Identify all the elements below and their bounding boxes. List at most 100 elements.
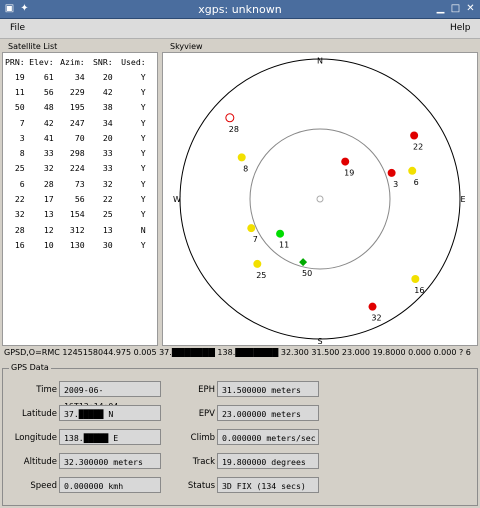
satellite-azim-cell: 224 xyxy=(69,163,85,174)
satellite-used-cell: Y xyxy=(140,209,146,220)
time-field: 2009-06-16T13:14:04. xyxy=(59,381,161,411)
satellite-used-cell: Y xyxy=(140,132,146,143)
climb-field: 0.000000 meters/sec xyxy=(217,429,319,445)
maximize-icon[interactable]: □ xyxy=(449,2,462,15)
satellite-snr-cell: 32 xyxy=(102,178,113,189)
satellite-used-cell: Y xyxy=(140,163,146,174)
satellite-elev-cell: 12 xyxy=(43,224,54,235)
satellite-label-8: 8 xyxy=(243,164,248,173)
title-bar[interactable]: ▣ ✦ xgps: unknown ▁ □ ✕ xyxy=(0,0,480,19)
satellite-elev-cell: 56 xyxy=(43,86,54,97)
satellite-row: 25 32 224 33 Y xyxy=(5,161,146,176)
file-menu[interactable]: File xyxy=(10,23,25,33)
satellite-row: 6 28 73 32 Y xyxy=(5,176,146,191)
satellite-used-cell: N xyxy=(140,224,146,235)
satellite-prn-cell: 32 xyxy=(14,209,25,220)
satellite-snr-cell: 42 xyxy=(102,86,113,97)
satellite-marker-16 xyxy=(411,274,420,283)
satellite-marker-7 xyxy=(247,224,256,233)
north-label: N xyxy=(317,57,323,66)
satellite-prn-cell: 22 xyxy=(14,194,25,205)
satellite-prn-cell: 8 xyxy=(19,148,25,159)
header-snr: SNR: xyxy=(93,57,113,67)
satellite-snr-cell: 33 xyxy=(102,163,113,174)
satellite-used-cell: Y xyxy=(140,194,146,205)
skyview-panel[interactable]: N S E W 19 11 50 7 3 8 25 6 22 32 28 16 xyxy=(162,52,478,346)
satellite-used-cell: Y xyxy=(140,71,146,82)
satellite-elev-cell: 28 xyxy=(43,178,54,189)
speed-field: 0.000000 kmh xyxy=(59,477,161,493)
skyview-plot[interactable]: N S E W 19 11 50 7 3 8 25 6 22 32 28 16 xyxy=(163,53,477,346)
window-title: xgps: unknown xyxy=(198,3,282,16)
satellite-azim-cell: 56 xyxy=(74,194,85,205)
satellite-marker-28 xyxy=(225,113,235,123)
satellite-snr-cell: 34 xyxy=(102,117,113,128)
altitude-label: Altitude xyxy=(23,457,57,467)
satellite-prn-cell: 25 xyxy=(14,163,25,174)
longitude-field: 138.█████ E xyxy=(59,429,161,445)
satellite-row: 28 12 312 13 N xyxy=(5,222,146,237)
satellite-prn-cell: 3 xyxy=(19,132,25,143)
satellite-prn-cell: 7 xyxy=(19,117,25,128)
satellite-snr-cell: 25 xyxy=(102,209,113,220)
satellite-snr-cell: 20 xyxy=(102,71,113,82)
south-label: S xyxy=(317,337,322,345)
time-label: Time xyxy=(36,385,57,395)
satellite-snr-cell: 38 xyxy=(102,102,113,113)
satellite-prn-cell: 11 xyxy=(14,86,25,97)
satellite-label-16: 16 xyxy=(414,286,424,295)
satellite-marker-50 xyxy=(299,258,308,267)
menu-bar: File Help xyxy=(0,19,480,39)
minimize-icon[interactable]: ▁ xyxy=(434,2,447,15)
satellite-used-cell: Y xyxy=(140,117,146,128)
satellite-prn-cell: 19 xyxy=(14,71,25,82)
satellite-elev-cell: 33 xyxy=(43,148,54,159)
header-azim: Azim: xyxy=(60,57,85,67)
satellite-elev-cell: 17 xyxy=(43,194,54,205)
status-label: Status xyxy=(187,481,215,491)
satellite-marker-11 xyxy=(276,229,285,238)
satellite-snr-cell: 30 xyxy=(102,239,113,250)
satellite-azim-cell: 195 xyxy=(69,102,85,113)
skyview-label: Skyview xyxy=(168,42,205,52)
satellite-snr-cell: 13 xyxy=(102,224,113,235)
epv-field: 23.000000 meters xyxy=(217,405,319,421)
satellite-elev-cell: 13 xyxy=(43,209,54,220)
satellite-prn-cell: 50 xyxy=(14,102,25,113)
satellite-row: 50 48 195 38 Y xyxy=(5,100,146,115)
header-used: Used: xyxy=(121,57,146,67)
satellite-label-7: 7 xyxy=(253,235,258,244)
close-icon[interactable]: ✕ xyxy=(464,2,477,15)
satellite-snr-cell: 20 xyxy=(102,132,113,143)
satellite-label-22: 22 xyxy=(413,143,423,152)
satellite-marker-8 xyxy=(237,153,246,162)
zenith-marker xyxy=(316,195,324,203)
satellite-used-cell: Y xyxy=(140,178,146,189)
satellite-marker-25 xyxy=(253,259,262,268)
satellite-azim-cell: 247 xyxy=(69,117,85,128)
header-prn: PRN: xyxy=(5,57,25,67)
west-label: W xyxy=(173,195,181,204)
satellites-layer: 19 11 50 7 3 8 25 6 22 32 28 16 xyxy=(225,113,424,323)
satellite-azim-cell: 34 xyxy=(74,71,85,82)
satellite-label-25: 25 xyxy=(256,271,266,280)
help-menu[interactable]: Help xyxy=(450,23,471,33)
satellite-label-19: 19 xyxy=(344,169,354,178)
horizon-circle xyxy=(179,58,461,340)
satellite-azim-cell: 312 xyxy=(69,224,85,235)
satellite-row: 8 33 298 33 Y xyxy=(5,145,146,160)
satellite-elev-cell: 48 xyxy=(43,102,54,113)
satellite-elev-cell: 61 xyxy=(43,71,54,82)
satellite-used-cell: Y xyxy=(140,239,146,250)
satellite-azim-cell: 154 xyxy=(69,209,85,220)
satellite-prn-cell: 16 xyxy=(14,239,25,250)
satellite-marker-6 xyxy=(408,166,417,175)
nmea-status-line: GPSD,O=RMC 1245158044.975 0.005 37.█████… xyxy=(4,348,471,357)
satellite-azim-cell: 229 xyxy=(69,86,85,97)
gps-data-frame: GPS Data Time 2009-06-16T13:14:04. Latit… xyxy=(2,363,478,506)
satellite-row: 32 13 154 25 Y xyxy=(5,207,146,222)
satellite-prn-cell: 28 xyxy=(14,224,25,235)
satellite-snr-cell: 33 xyxy=(102,148,113,159)
latitude-label: Latitude xyxy=(22,409,57,419)
longitude-label: Longitude xyxy=(14,433,57,443)
